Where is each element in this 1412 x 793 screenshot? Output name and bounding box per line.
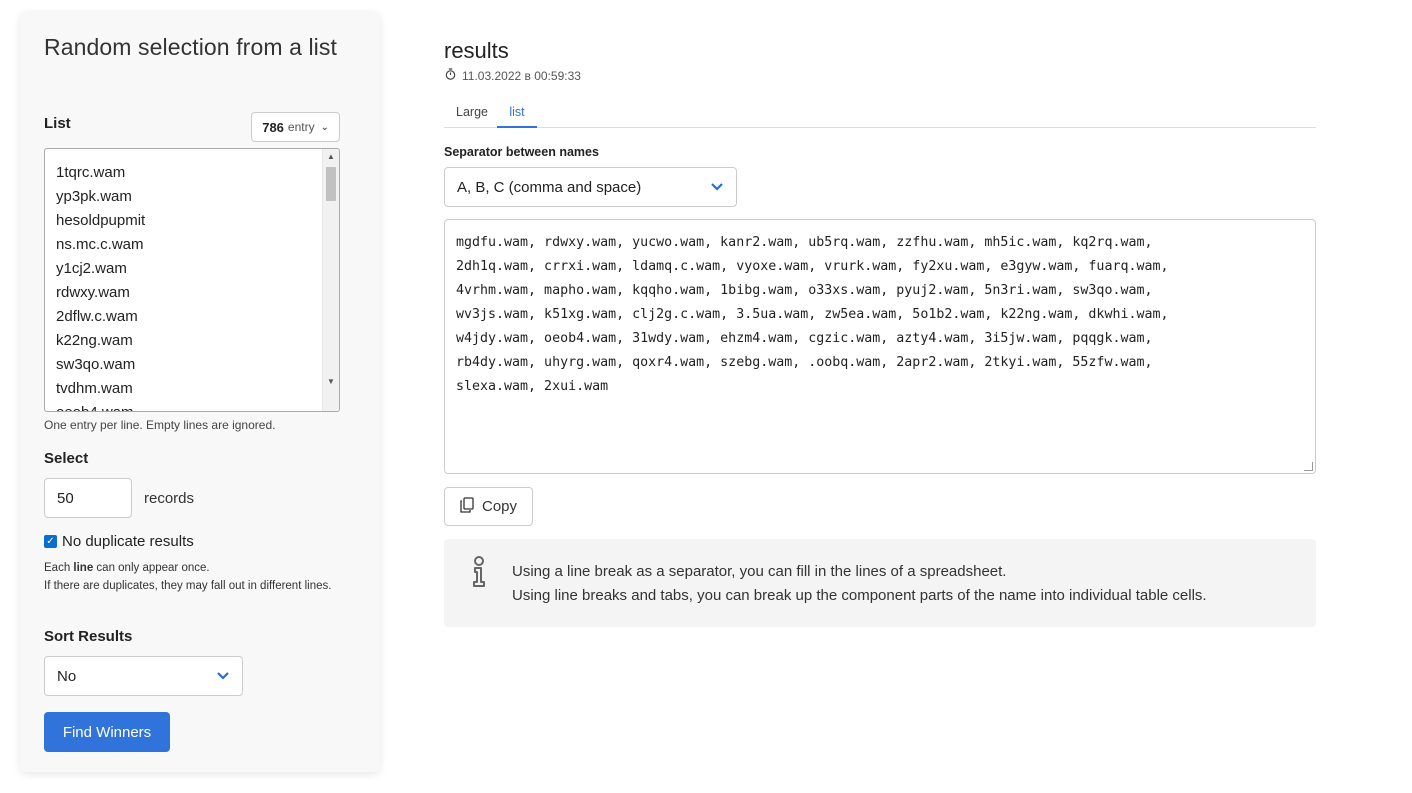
info-box: Using a line break as a separator, you c… bbox=[444, 539, 1316, 627]
records-label: records bbox=[144, 490, 195, 507]
list-label: List bbox=[44, 115, 71, 132]
sort-label: Sort Results bbox=[44, 628, 133, 645]
chevron-down-icon bbox=[710, 179, 724, 196]
list-item: rdwxy.wam bbox=[56, 284, 130, 301]
no-duplicates-checkbox[interactable]: ✓ bbox=[44, 535, 57, 548]
chevron-down-icon bbox=[216, 668, 230, 684]
results-output-text: mgdfu.wam, rdwxy.wam, yucwo.wam, kanr2.w… bbox=[456, 235, 1169, 394]
duplicates-note: Each line can only appear once. If there… bbox=[44, 559, 334, 595]
copy-icon bbox=[460, 496, 474, 517]
list-item: 1tqrc.wam bbox=[56, 164, 126, 181]
list-textarea[interactable]: 1tqrc.wam yp3pk.wam hesoldpupmit ns.mc.c.wa… bbox=[44, 148, 340, 412]
tab-list[interactable]: list bbox=[497, 98, 537, 128]
list-item: k22ng.wam bbox=[56, 332, 133, 349]
sort-value: No bbox=[57, 667, 77, 685]
timestamp-text: 11.03.2022 в 00:59:33 bbox=[462, 68, 581, 83]
timestamp: 11.03.2022 в 00:59:33 bbox=[445, 68, 581, 83]
list-item: tvdhm.wam bbox=[56, 380, 133, 397]
entry-count-button[interactable]: 786 entry ⌄ bbox=[251, 112, 340, 142]
no-duplicates-row[interactable]: ✓ No duplicate results bbox=[44, 533, 194, 550]
list-entries: 1tqrc.wam yp3pk.wam hesoldpupmit ns.mc.c.wa… bbox=[45, 149, 339, 411]
copy-button[interactable]: Copy bbox=[444, 487, 533, 526]
list-hint: One entry per line. Empty lines are igno… bbox=[44, 418, 276, 432]
resize-handle[interactable] bbox=[1304, 462, 1313, 471]
list-item: hesoldpupmit bbox=[56, 212, 146, 229]
result-tabs: Large list bbox=[444, 98, 1316, 128]
scroll-thumb[interactable] bbox=[326, 167, 336, 201]
settings-panel: Random selection from a list List 786 en… bbox=[20, 12, 380, 772]
note-suffix: can only appear once. bbox=[93, 562, 210, 574]
note-prefix: Each bbox=[44, 562, 74, 574]
list-header: List 786 entry ⌄ bbox=[44, 112, 340, 144]
note-bold: line bbox=[73, 562, 94, 574]
checkmark-icon: ✓ bbox=[46, 536, 55, 547]
list-item: y1cj2.wam bbox=[56, 260, 127, 277]
stopwatch-icon bbox=[445, 68, 456, 83]
separator-value: A, B, C (comma and space) bbox=[457, 178, 642, 196]
info-text: Using a line break as a separator, you c… bbox=[512, 560, 1207, 608]
results-output-textarea[interactable]: mgdfu.wam, rdwxy.wam, yucwo.wam, kanr2.w… bbox=[444, 219, 1316, 474]
find-winners-button[interactable]: Find Winners bbox=[44, 712, 170, 752]
list-scrollbar[interactable]: ▲ ▼ bbox=[322, 149, 339, 411]
info-line-1: Using a line break as a separator, you c… bbox=[512, 563, 1007, 580]
list-item: yp3pk.wam bbox=[56, 188, 132, 205]
separator-select[interactable]: A, B, C (comma and space) bbox=[444, 167, 737, 207]
scroll-down-arrow-icon[interactable]: ▼ bbox=[323, 377, 339, 386]
info-line-2: Using line breaks and tabs, you can brea… bbox=[512, 587, 1207, 604]
scroll-up-arrow-icon[interactable]: ▲ bbox=[323, 152, 339, 161]
entry-count: 786 bbox=[262, 119, 284, 135]
separator-label: Separator between names bbox=[444, 145, 599, 159]
no-duplicates-label: No duplicate results bbox=[62, 533, 194, 550]
chevron-down-icon: ⌄ bbox=[320, 121, 329, 133]
list-item: 2dflw.c.wam bbox=[56, 308, 138, 325]
panel-title: Random selection from a list bbox=[44, 34, 337, 60]
entry-word: entry bbox=[287, 120, 315, 134]
note-line2: If there are duplicates, they may fall o… bbox=[44, 580, 332, 592]
select-count-input[interactable]: 50 bbox=[44, 478, 132, 518]
list-item: sw3qo.wam bbox=[56, 356, 136, 373]
tab-large[interactable]: Large bbox=[456, 98, 488, 126]
copy-label: Copy bbox=[481, 498, 518, 515]
info-icon bbox=[468, 555, 490, 594]
select-label: Select bbox=[44, 450, 89, 467]
sort-select[interactable]: No bbox=[44, 656, 243, 696]
list-item: ns.mc.c.wam bbox=[56, 236, 144, 253]
list-item: oeob4.wam bbox=[56, 401, 339, 411]
results-title: results bbox=[444, 38, 509, 63]
